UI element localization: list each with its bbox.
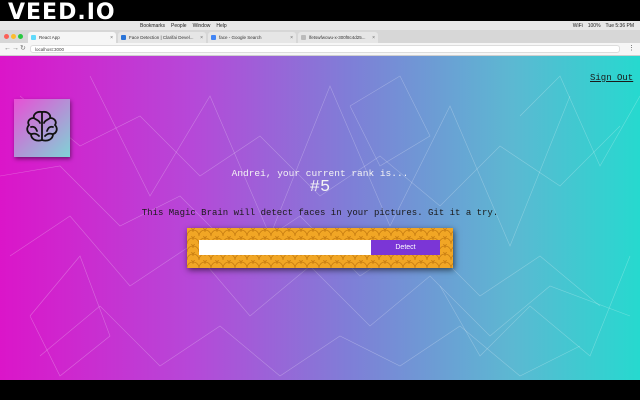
tab-image[interactable]: lfetswfwcwu-x-300f8c4d25... ×	[298, 32, 378, 43]
browser-toolbar: ← → ↻ localhost:3000 ⋮	[0, 43, 640, 56]
tab-google-search[interactable]: face - Google Search ×	[208, 32, 296, 43]
clarifai-favicon-icon	[121, 35, 126, 40]
back-arrow-icon[interactable]: ←	[4, 45, 11, 53]
reload-icon[interactable]: ↻	[20, 45, 26, 53]
app-description: This Magic Brain will detect faces in yo…	[141, 208, 499, 218]
browser-tab-strip: React App × Face Detection | Clarifai De…	[0, 30, 640, 43]
clock[interactable]: Tue 5:36 PM	[606, 23, 634, 29]
tab-react-app[interactable]: React App ×	[28, 32, 116, 43]
maximize-window-dot[interactable]	[18, 34, 23, 39]
image-favicon-icon	[301, 35, 306, 40]
tab-label: React App	[39, 35, 60, 40]
menu-item-window[interactable]: Window	[193, 23, 211, 29]
browser-menu-icon[interactable]: ⋮	[628, 44, 635, 53]
forward-arrow-icon[interactable]: →	[12, 45, 19, 53]
google-favicon-icon	[211, 35, 216, 40]
battery-status[interactable]: 100%	[588, 23, 601, 29]
rank-value: #5	[309, 178, 331, 197]
tab-label: face - Google Search	[219, 35, 262, 40]
menu-item-help[interactable]: Help	[216, 23, 226, 29]
tab-face-detection[interactable]: Face Detection | Clarifai Devel... ×	[118, 32, 206, 43]
react-favicon-icon	[31, 35, 36, 40]
wifi-status[interactable]: WiFi	[573, 23, 583, 29]
app-page: Sign Out Andrei, your current rank is...…	[0, 56, 640, 380]
detect-button[interactable]: Detect	[371, 240, 440, 255]
close-window-dot[interactable]	[4, 34, 9, 39]
sign-out-link[interactable]: Sign Out	[590, 73, 633, 83]
close-tab-icon[interactable]: ×	[372, 35, 375, 41]
menu-item-bookmarks[interactable]: Bookmarks	[140, 23, 165, 29]
minimize-window-dot[interactable]	[11, 34, 16, 39]
letterbox-bottom	[0, 380, 640, 400]
close-tab-icon[interactable]: ×	[110, 35, 113, 41]
tab-label: lfetswfwcwu-x-300f8c4d25...	[309, 35, 366, 40]
image-link-form: Detect	[187, 228, 453, 268]
menu-item-people[interactable]: People	[171, 23, 187, 29]
logo-tile[interactable]	[14, 99, 70, 157]
menu-status-area: WiFi 100% Tue 5:36 PM	[573, 21, 634, 30]
image-url-input[interactable]	[199, 240, 371, 255]
address-bar[interactable]: localhost:3000	[30, 45, 620, 53]
particles-background	[0, 75, 640, 377]
tab-label: Face Detection | Clarifai Devel...	[129, 35, 194, 40]
close-tab-icon[interactable]: ×	[200, 35, 203, 41]
close-tab-icon[interactable]: ×	[290, 35, 293, 41]
watermark-logo: VEED.IO	[8, 0, 116, 25]
brain-icon	[26, 110, 58, 142]
url-text: localhost:3000	[35, 47, 65, 52]
